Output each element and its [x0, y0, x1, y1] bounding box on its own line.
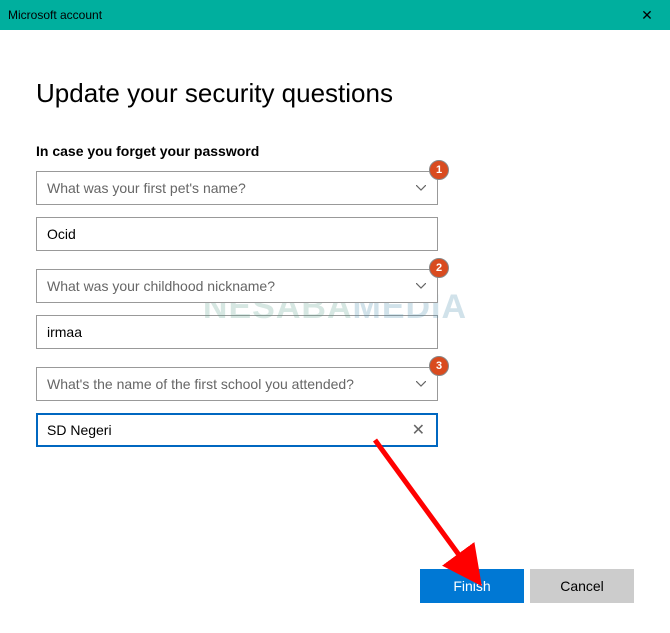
answer-2-wrap[interactable] [36, 315, 438, 349]
content-area: Update your security questions In case y… [0, 30, 670, 485]
answer-2-input[interactable] [47, 324, 427, 340]
titlebar: Microsoft account ✕ [0, 0, 670, 30]
question-1-label: What was your first pet's name? [47, 180, 246, 196]
answer-1-wrap[interactable] [36, 217, 438, 251]
question-3-label: What's the name of the first school you … [47, 376, 354, 392]
finish-button[interactable]: Finish [420, 569, 524, 603]
answer-1-input[interactable] [47, 226, 427, 242]
answer-3-input[interactable] [47, 422, 410, 438]
chevron-down-icon [415, 280, 427, 292]
clear-input-icon[interactable]: ✕ [410, 420, 427, 440]
footer-buttons: Finish Cancel [420, 569, 634, 603]
annotation-badge-2: 2 [429, 258, 449, 278]
page-subtitle: In case you forget your password [36, 143, 634, 159]
answer-3-wrap[interactable]: ✕ [36, 413, 438, 447]
question-2-dropdown[interactable]: What was your childhood nickname? 2 [36, 269, 438, 303]
question-1-dropdown[interactable]: What was your first pet's name? 1 [36, 171, 438, 205]
question-1-group: What was your first pet's name? 1 [36, 171, 438, 205]
close-icon: ✕ [641, 7, 653, 24]
titlebar-title: Microsoft account [8, 8, 102, 22]
chevron-down-icon [415, 378, 427, 390]
cancel-button[interactable]: Cancel [530, 569, 634, 603]
chevron-down-icon [415, 182, 427, 194]
question-2-group: What was your childhood nickname? 2 [36, 269, 438, 303]
question-3-group: What's the name of the first school you … [36, 367, 438, 401]
question-2-label: What was your childhood nickname? [47, 278, 275, 294]
annotation-badge-1: 1 [429, 160, 449, 180]
question-3-dropdown[interactable]: What's the name of the first school you … [36, 367, 438, 401]
page-title: Update your security questions [36, 78, 634, 109]
annotation-badge-3: 3 [429, 356, 449, 376]
close-button[interactable]: ✕ [624, 0, 670, 30]
